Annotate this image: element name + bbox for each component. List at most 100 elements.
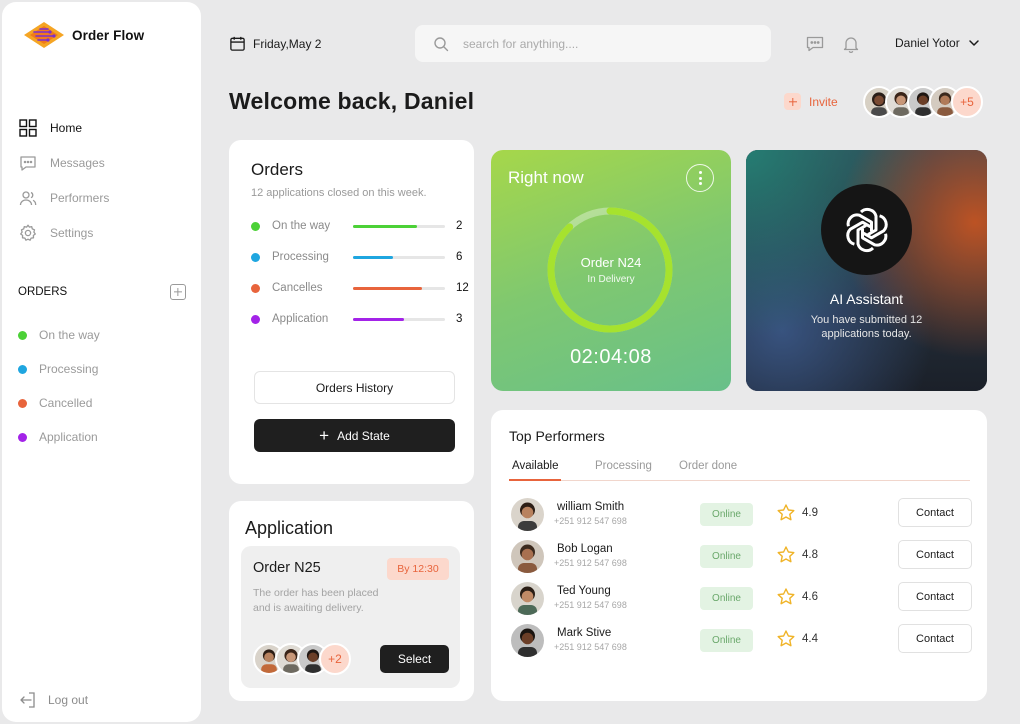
add-state-label: Add State xyxy=(337,428,390,443)
date-label: Friday,May 2 xyxy=(253,36,322,51)
orders-subtitle: 12 applications closed on this week. xyxy=(251,187,427,199)
star-icon xyxy=(777,504,795,521)
ai-assistant-card[interactable]: AI Assistant You have submitted 12 appli… xyxy=(746,150,987,391)
contact-button[interactable]: Contact xyxy=(898,624,972,653)
sidebar-item-label: Settings xyxy=(50,225,94,240)
order-description: The order has been placed and is awaitin… xyxy=(253,587,379,614)
progress-fill xyxy=(353,286,422,290)
contact-button[interactable]: Contact xyxy=(898,582,972,611)
team-avatars[interactable]: +5 xyxy=(863,86,983,118)
table-row: Ted Young +251 912 547 698 Online 4.6 Co… xyxy=(509,578,975,618)
bell-icon[interactable] xyxy=(841,34,861,54)
performer-name: Mark Stive xyxy=(557,627,612,639)
logout-label: Log out xyxy=(48,693,89,707)
sidebar: Order Flow Home Messages Performers Sett… xyxy=(2,2,201,722)
stat-label: Application xyxy=(272,313,329,325)
status-dot xyxy=(18,432,27,442)
sidebar-item-performers[interactable]: Performers xyxy=(18,180,188,215)
status-badge: Online xyxy=(700,545,753,568)
progress-bar xyxy=(353,224,445,228)
sidebar-item-messages[interactable]: Messages xyxy=(18,145,188,180)
table-row: william Smith +251 912 547 698 Online 4.… xyxy=(509,494,975,534)
orders-heading: ORDERS xyxy=(18,286,68,298)
tab-processing[interactable]: Processing xyxy=(595,460,652,481)
order-stat-row: Cancelles 12 xyxy=(251,282,471,294)
orders-card: Orders 12 applications closed on this we… xyxy=(229,140,474,484)
logout-button[interactable]: Log out xyxy=(18,690,88,710)
star-icon xyxy=(777,588,795,605)
assignee-avatars[interactable]: +2 xyxy=(253,643,351,675)
status-dot xyxy=(18,398,27,408)
status-dot xyxy=(251,252,260,262)
current-date: Friday,May 2 xyxy=(229,35,321,52)
orders-filter-list: On the way Processing Cancelled Applicat… xyxy=(18,318,100,454)
sidebar-order-on-the-way[interactable]: On the way xyxy=(18,318,100,352)
status-dot xyxy=(18,330,27,340)
user-menu[interactable]: Daniel Yotor xyxy=(895,36,980,50)
performer-phone: +251 912 547 698 xyxy=(554,558,627,568)
search-input[interactable] xyxy=(463,36,743,51)
add-state-button[interactable]: + Add State xyxy=(254,419,455,452)
application-card: Application Order N25 By 12:30 The order… xyxy=(229,501,474,701)
table-row: Bob Logan +251 912 547 698 Online 4.8 Co… xyxy=(509,536,975,576)
orders-title: Orders xyxy=(251,160,303,179)
tab-available[interactable]: Available xyxy=(509,460,562,481)
messages-icon[interactable] xyxy=(805,34,825,54)
sidebar-item-settings[interactable]: Settings xyxy=(18,215,188,250)
avatar xyxy=(511,540,544,573)
order-filter-label: Processing xyxy=(39,362,99,376)
ai-assistant-description: You have submitted 12 applications today… xyxy=(810,314,923,340)
performer-name: Ted Young xyxy=(557,585,611,597)
status-dot xyxy=(251,314,260,324)
performer-phone: +251 912 547 698 xyxy=(554,642,627,652)
sidebar-order-processing[interactable]: Processing xyxy=(18,352,100,386)
delivery-timer: 02:04:08 xyxy=(570,346,652,368)
search-bar[interactable] xyxy=(415,25,771,62)
contact-button[interactable]: Contact xyxy=(898,540,972,569)
contact-button[interactable]: Contact xyxy=(898,498,972,527)
stat-label: Processing xyxy=(272,251,329,263)
add-order-icon[interactable] xyxy=(170,284,186,300)
progress-bar xyxy=(353,317,445,321)
sidebar-order-cancelled[interactable]: Cancelled xyxy=(18,386,100,420)
chevron-down-icon xyxy=(968,40,979,46)
stat-label: Cancelles xyxy=(272,282,323,294)
order-stat-row: On the way 2 xyxy=(251,220,471,232)
delivery-status: In Delivery xyxy=(587,274,635,285)
performers-title: Top Performers xyxy=(509,428,605,444)
plus-icon xyxy=(784,93,801,110)
stat-value: 6 xyxy=(456,251,463,263)
user-name: Daniel Yotor xyxy=(895,36,960,50)
order-filter-label: Cancelled xyxy=(39,396,93,410)
invite-button[interactable]: Invite xyxy=(784,93,838,110)
plus-icon: + xyxy=(319,426,330,445)
progress-bar xyxy=(353,255,445,259)
grid-icon xyxy=(19,118,37,137)
performer-phone: +251 912 547 698 xyxy=(554,600,627,610)
star-icon xyxy=(777,630,795,647)
application-order-panel: Order N25 By 12:30 The order has been pl… xyxy=(241,546,460,688)
search-icon xyxy=(434,36,449,51)
logo[interactable]: Order Flow xyxy=(20,18,144,52)
stat-label: On the way xyxy=(272,220,331,232)
performer-name: william Smith xyxy=(557,501,625,513)
order-filter-label: Application xyxy=(39,430,98,444)
performer-phone: +251 912 547 698 xyxy=(554,516,627,526)
select-button[interactable]: Select xyxy=(380,645,449,673)
sidebar-order-application[interactable]: Application xyxy=(18,420,100,454)
more-members-count: +5 xyxy=(951,86,983,118)
status-badge: Online xyxy=(700,629,753,652)
delivery-order-name: Order N24 xyxy=(580,255,642,270)
tab-order-done[interactable]: Order done xyxy=(679,460,737,481)
progress-bar xyxy=(353,286,445,290)
calendar-icon xyxy=(230,36,245,51)
sidebar-item-home[interactable]: Home xyxy=(18,110,188,145)
sidebar-item-label: Performers xyxy=(50,190,110,205)
performer-rating: 4.8 xyxy=(802,549,818,561)
orders-history-button[interactable]: Orders History xyxy=(254,371,455,404)
more-options-icon[interactable] xyxy=(686,164,714,192)
logo-icon xyxy=(24,22,64,48)
performer-name: Bob Logan xyxy=(557,543,613,555)
invite-label: Invite xyxy=(809,94,838,109)
sidebar-item-label: Home xyxy=(50,120,83,135)
